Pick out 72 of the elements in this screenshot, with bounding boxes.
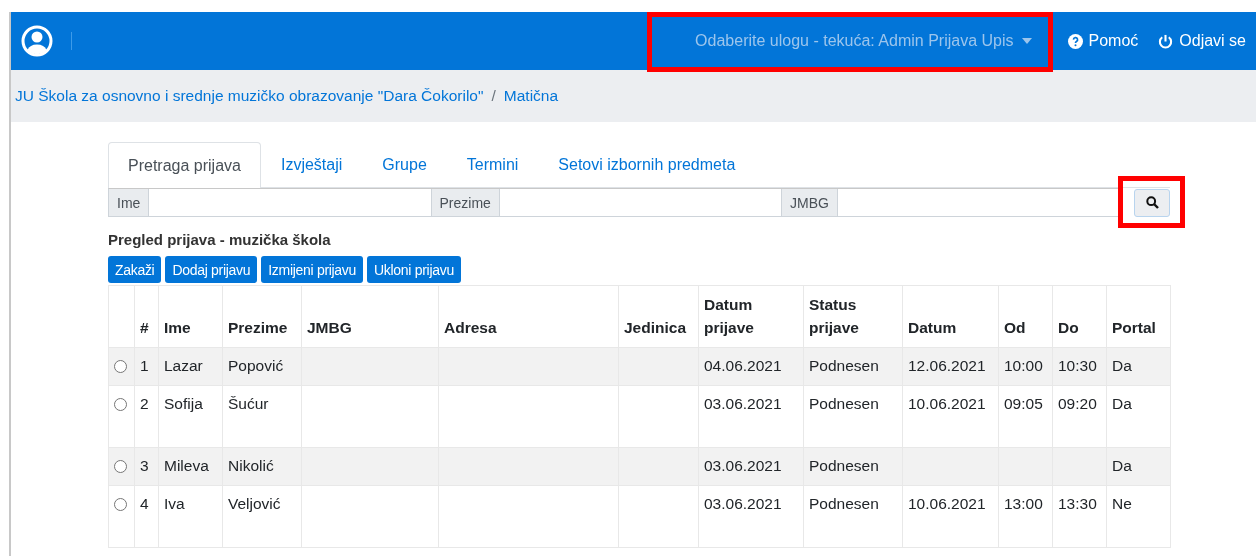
table-cell: Lazar — [164, 357, 203, 374]
table-cell: Podnesen — [809, 495, 879, 512]
section-title: Pregled prijava - muzička škola — [108, 231, 332, 248]
table-cell: Popović — [228, 357, 284, 374]
table-cell: Podnesen — [809, 457, 879, 474]
logout-link[interactable]: Odjavi se — [1179, 32, 1246, 50]
tab[interactable]: Termini — [446, 142, 539, 187]
breadcrumb-separator: / — [491, 87, 496, 105]
table-cell: 03.06.2021 — [704, 457, 782, 474]
column-header: Jedinica — [624, 318, 687, 336]
table-cell: Iva — [164, 495, 185, 512]
breadcrumb-link[interactable]: Matična — [503, 87, 559, 105]
radio-button[interactable] — [114, 360, 127, 373]
table-cell: 12.06.2021 — [908, 357, 986, 374]
table-cell: 4 — [140, 495, 149, 512]
table-cell: Šućur — [228, 395, 269, 412]
tab[interactable]: Izvještaji — [260, 142, 363, 187]
table-cell: 10.06.2021 — [908, 395, 986, 412]
table-cell: 04.06.2021 — [704, 357, 782, 374]
column-header: JMBG — [307, 318, 352, 336]
table-cell: 03.06.2021 — [704, 395, 782, 412]
column-header: # — [140, 318, 149, 336]
tab[interactable]: Pretraga prijava — [108, 142, 261, 188]
caret-icon — [1021, 38, 1032, 44]
search-icon — [1145, 196, 1159, 209]
breadcrumb-link[interactable]: JU Škola za osnovno i srednje muzičko obrazovanje "Dara Čokorilo" — [15, 87, 484, 105]
table-cell: 09:20 — [1058, 395, 1097, 412]
column-header: Prezime — [228, 318, 288, 336]
column-header: Status prijave — [809, 296, 859, 336]
table-cell: 1 — [140, 357, 149, 374]
table-cell: Veljović — [228, 495, 281, 512]
table-cell: 10.06.2021 — [908, 495, 986, 512]
table-cell: Mileva — [164, 457, 209, 474]
column-header: Datum prijave — [704, 296, 754, 336]
help-icon — [1067, 33, 1083, 49]
action-button[interactable]: Ukloni prijavu — [367, 256, 461, 283]
table-cell: 10:30 — [1058, 357, 1097, 374]
table-cell: 10:00 — [1004, 357, 1043, 374]
power-icon — [1158, 33, 1174, 49]
table-cell: Podnesen — [809, 395, 879, 412]
role-dropdown[interactable]: Odaberite ulogu - tekuća: Admin Prijava Upis — [681, 12, 1058, 70]
action-button[interactable]: Zakaži — [108, 256, 162, 283]
tab[interactable]: Grupe — [362, 142, 447, 187]
column-header: Adresa — [444, 318, 497, 336]
tab[interactable]: Setovi izbornih predmeta — [538, 142, 756, 187]
table-cell: 13:30 — [1058, 495, 1097, 512]
table-cell: Ne — [1112, 495, 1132, 512]
table-cell: Da — [1112, 457, 1132, 474]
table-cell: 09:05 — [1004, 395, 1043, 412]
table-cell: 03.06.2021 — [704, 495, 782, 512]
user-avatar-icon[interactable] — [21, 25, 53, 57]
action-button[interactable]: Izmijeni prijavu — [261, 256, 364, 283]
search-button[interactable] — [1134, 188, 1170, 217]
table-cell: Da — [1112, 395, 1132, 412]
column-header: Do — [1058, 318, 1079, 336]
column-header: Od — [1004, 318, 1026, 336]
highlight-frame — [1118, 176, 1185, 228]
table-cell: Podnesen — [809, 357, 879, 374]
column-header: Portal — [1112, 318, 1156, 336]
table-cell: 2 — [140, 395, 149, 412]
action-button[interactable]: Dodaj prijavu — [165, 256, 258, 283]
table-cell: Sofija — [164, 395, 203, 412]
help-link[interactable]: Pomoć — [1088, 32, 1139, 50]
table-cell: 13:00 — [1004, 495, 1043, 512]
table-cell: 3 — [140, 457, 149, 474]
column-header: Datum — [908, 318, 957, 336]
radio-button[interactable] — [114, 460, 127, 473]
column-header: Ime — [164, 318, 191, 336]
table-cell: Nikolić — [228, 457, 274, 474]
radio-button[interactable] — [114, 498, 127, 511]
table-cell: Da — [1112, 357, 1132, 374]
radio-button[interactable] — [114, 398, 127, 411]
